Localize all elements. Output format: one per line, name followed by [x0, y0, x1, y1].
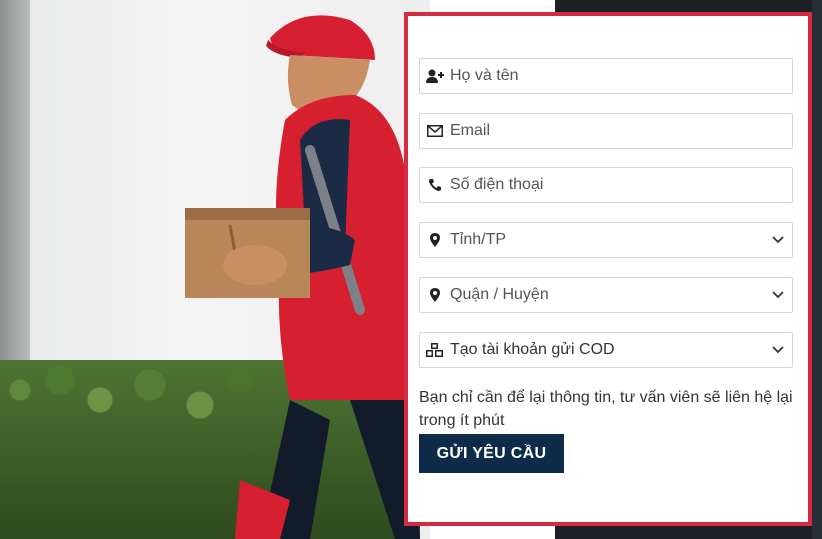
- phone-field[interactable]: Số điện thoại: [419, 167, 793, 203]
- form-note: Bạn chỉ cần để lại thông tin, tư vấn viê…: [419, 389, 793, 429]
- envelope-icon: [420, 125, 450, 137]
- district-value: Quận / Huyện: [450, 286, 549, 303]
- province-value: Tỉnh/TP: [450, 231, 507, 248]
- phone-placeholder: Số điện thoại: [450, 176, 544, 193]
- district-select[interactable]: Quận / Huyện: [419, 277, 793, 313]
- contact-form-panel: Họ và tên Email Số điện thoại Tỉnh/TP Qu…: [404, 12, 812, 526]
- account-type-select[interactable]: Tạo tài khoản gửi COD: [419, 332, 793, 368]
- province-select[interactable]: Tỉnh/TP: [419, 222, 793, 258]
- account-type-value: Tạo tài khoản gửi COD: [450, 341, 615, 358]
- user-plus-icon: [420, 69, 450, 83]
- phone-icon: [420, 178, 450, 192]
- map-marker-icon: [420, 233, 450, 247]
- map-marker-icon: [420, 288, 450, 302]
- chevron-down-icon: [764, 346, 792, 354]
- cubes-icon: [420, 343, 450, 357]
- email-field[interactable]: Email: [419, 113, 793, 149]
- dark-background-edge: [812, 0, 822, 539]
- email-placeholder: Email: [450, 122, 491, 139]
- chevron-down-icon: [764, 236, 792, 244]
- submit-request-button[interactable]: GỬI YÊU CẦU: [419, 434, 564, 473]
- name-placeholder: Họ và tên: [450, 67, 519, 84]
- chevron-down-icon: [764, 291, 792, 299]
- name-field[interactable]: Họ và tên: [419, 58, 793, 94]
- delivery-person-illustration: [185, 15, 420, 539]
